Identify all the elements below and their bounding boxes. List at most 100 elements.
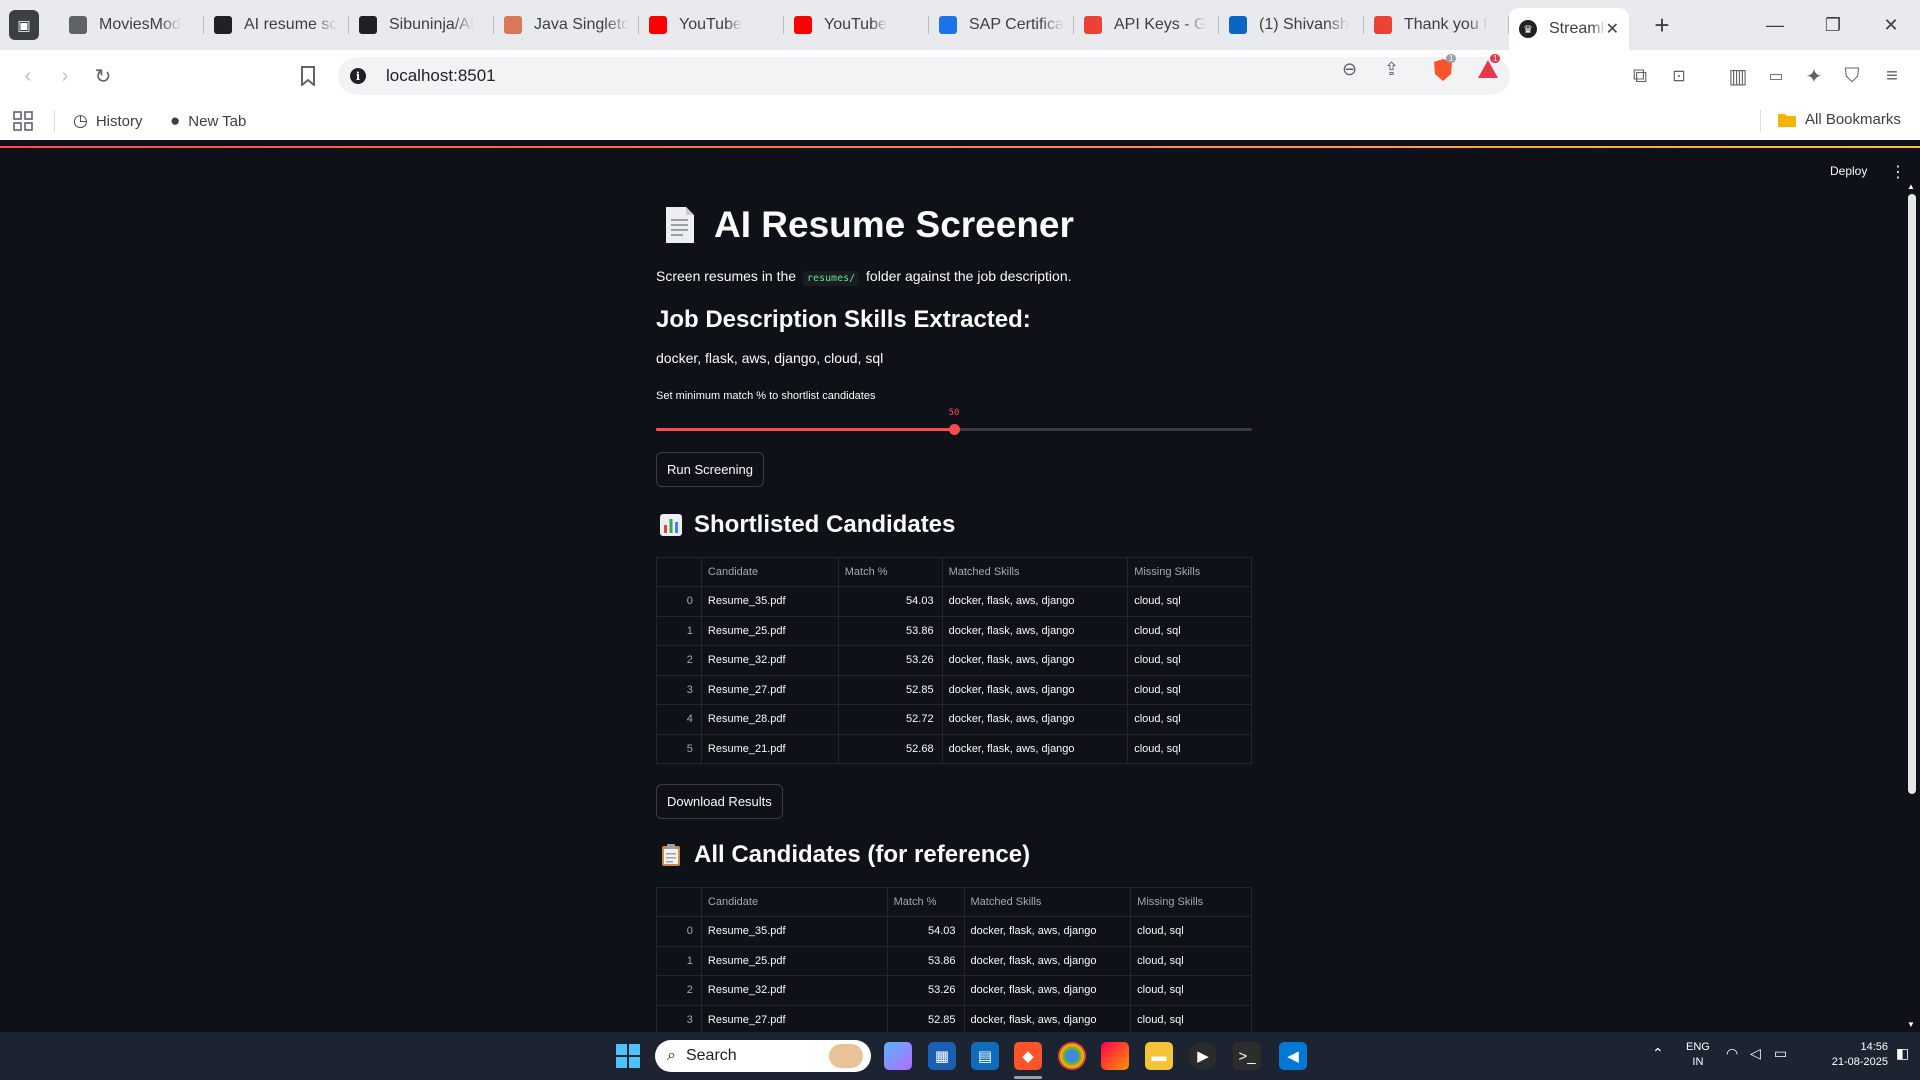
table-cell: Resume_25.pdf [700, 945, 888, 976]
tray-overflow-icon[interactable]: ⌃ [1652, 1046, 1664, 1061]
windows-start-icon[interactable] [614, 1042, 642, 1070]
table-cell: cloud, sql [1127, 645, 1252, 676]
volume-icon[interactable]: ◁ [1750, 1046, 1761, 1061]
tab-item[interactable]: SAP Certifica [929, 7, 1074, 43]
all-bookmarks[interactable]: All Bookmarks [1777, 111, 1901, 128]
scroll-down-icon[interactable]: ▼ [1907, 1020, 1915, 1029]
column-header[interactable]: Missing Skills [1130, 887, 1252, 917]
widgets-icon[interactable]: ▤ [971, 1042, 999, 1070]
language-indicator[interactable]: ENG IN [1686, 1040, 1710, 1070]
brave-shield-icon[interactable]: 1 [1432, 54, 1457, 87]
wifi-icon[interactable]: ◠ [1726, 1046, 1738, 1061]
page-scrollbar[interactable] [1908, 194, 1916, 794]
taskbar-search[interactable]: ⌕ Search [655, 1040, 871, 1072]
youtube-icon [649, 16, 667, 34]
tab-item[interactable]: MoviesMod [59, 7, 204, 43]
address-url[interactable]: localhost:8501 [386, 66, 496, 86]
shortlisted-table[interactable]: Candidate Match % Matched Skills Missing Sk… [656, 557, 1252, 764]
table-header-row: Candidate Match % Matched Skills Missing Sk… [656, 887, 1252, 917]
vscode-icon[interactable]: ◀ [1279, 1042, 1307, 1070]
tab-item[interactable]: Java Singleto [494, 7, 639, 43]
tab-item[interactable]: AI resume sc [204, 7, 349, 43]
tab-item[interactable]: (1) Shivansh [1219, 7, 1364, 43]
battery-icon[interactable]: ▭ [1774, 1046, 1787, 1061]
store-icon[interactable]: ▦ [928, 1042, 956, 1070]
column-header[interactable]: Missing Skills [1127, 557, 1252, 587]
media-player-icon[interactable]: ▶ [1189, 1042, 1217, 1070]
rewards-icon[interactable]: 1 [1476, 54, 1501, 85]
tab-item[interactable]: YouTube [639, 7, 784, 43]
tab-active-streamlit[interactable]: ♛ Streamli ✕ [1509, 8, 1629, 50]
tab-item[interactable]: Thank you f [1364, 7, 1509, 43]
column-header[interactable]: Candidate [700, 557, 839, 587]
copilot-icon[interactable] [884, 1042, 912, 1070]
scroll-up-icon[interactable]: ▲ [1907, 182, 1915, 191]
bookmark-icon[interactable] [290, 58, 326, 94]
file-explorer-icon[interactable]: ▬ [1145, 1042, 1173, 1070]
share-icon[interactable]: ⇪ [1384, 59, 1399, 80]
table-row[interactable]: 3 Resume_27.pdf 52.85 docker, flask, aws, d… [656, 674, 1252, 705]
table-row[interactable]: 3 Resume_27.pdf 52.85 docker, flask, aws, d… [656, 1004, 1252, 1035]
sidebar-icon[interactable]: ▥ [1720, 58, 1756, 94]
document-icon [666, 207, 694, 243]
forward-icon[interactable]: › [47, 58, 83, 94]
column-header[interactable]: Candidate [700, 887, 888, 917]
column-header[interactable]: Matched Skills [963, 887, 1132, 917]
deploy-button[interactable]: Deploy [1830, 164, 1867, 178]
slider-thumb[interactable] [949, 424, 960, 435]
bookmark-history[interactable]: ◷ History [73, 111, 143, 131]
column-header[interactable] [656, 887, 702, 917]
table-row[interactable]: 4 Resume_28.pdf 52.72 docker, flask, aws, d… [656, 704, 1252, 735]
column-header[interactable] [656, 557, 702, 587]
wallet-icon[interactable]: ▭ [1758, 58, 1794, 94]
table-header-row: Candidate Match % Matched Skills Missing Sk… [656, 557, 1252, 587]
extensions-icon[interactable]: ⧉ [1622, 58, 1658, 94]
tab-search-icon[interactable]: ▣ [9, 10, 39, 40]
brave-taskbar-icon[interactable]: ◆ [1014, 1042, 1042, 1070]
table-row[interactable]: 2 Resume_32.pdf 53.26 docker, flask, aws, d… [656, 645, 1252, 676]
reload-icon[interactable]: ↻ [85, 58, 121, 94]
tab-item[interactable]: API Keys - G [1074, 7, 1219, 43]
menu-icon[interactable]: ≡ [1874, 58, 1910, 94]
address-bar[interactable]: i localhost:8501 [338, 57, 1510, 95]
linkedin-icon [1229, 16, 1247, 34]
back-icon[interactable]: ‹ [10, 58, 46, 94]
tab-item[interactable]: Sibuninja/AI [349, 7, 494, 43]
column-header[interactable]: Match % [837, 557, 943, 587]
reader-mode-icon[interactable]: ⊡ [1661, 58, 1697, 94]
terminal-icon[interactable]: >_ [1233, 1042, 1261, 1070]
row-index: 0 [656, 586, 702, 617]
chrome-icon[interactable] [1058, 1042, 1086, 1070]
table-row[interactable]: 1 Resume_25.pdf 53.86 docker, flask, aws, d… [656, 945, 1252, 976]
new-tab-button[interactable]: + [1647, 10, 1677, 41]
leo-ai-icon[interactable]: ✦ [1796, 58, 1832, 94]
table-row[interactable]: 0 Resume_35.pdf 54.03 docker, flask, aws, d… [656, 916, 1252, 947]
tab-item[interactable]: YouTube [784, 7, 929, 43]
column-header[interactable]: Match % [886, 887, 965, 917]
table-row[interactable]: 1 Resume_25.pdf 53.86 docker, flask, aws, d… [656, 615, 1252, 646]
main-menu-icon[interactable]: ⋮ [1890, 162, 1906, 182]
notification-icon[interactable]: ◧ [1896, 1046, 1909, 1061]
app-icon[interactable] [1101, 1042, 1129, 1070]
table-cell: docker, flask, aws, django [941, 733, 1129, 764]
table-row[interactable]: 5 Resume_21.pdf 52.68 docker, flask, aws, d… [656, 733, 1252, 764]
table-row[interactable]: 2 Resume_32.pdf 53.26 docker, flask, aws, d… [656, 975, 1252, 1006]
column-header[interactable]: Matched Skills [941, 557, 1129, 587]
run-screening-button[interactable]: Run Screening [656, 452, 764, 487]
minimize-icon[interactable]: — [1746, 0, 1804, 50]
restore-icon[interactable]: ❐ [1804, 0, 1862, 50]
site-info-icon[interactable]: i [350, 68, 366, 84]
all-candidates-table[interactable]: Candidate Match % Matched Skills Missing Sk… [656, 887, 1252, 1035]
download-results-button[interactable]: Download Results [656, 784, 783, 819]
close-window-icon[interactable]: ✕ [1862, 0, 1920, 50]
clipboard-icon [662, 844, 680, 866]
vpn-icon[interactable]: ⛉ [1834, 58, 1870, 94]
match-threshold-slider[interactable]: 50 [656, 408, 1252, 438]
bookmark-new-tab[interactable]: ● New Tab [170, 111, 246, 131]
table-row[interactable]: 0 Resume_35.pdf 54.03 docker, flask, aws, d… [656, 586, 1252, 617]
zoom-out-icon[interactable]: ⊖ [1342, 59, 1357, 80]
close-tab-icon[interactable]: ✕ [1606, 19, 1619, 39]
apps-icon[interactable] [12, 110, 34, 132]
table-cell: docker, flask, aws, django [941, 645, 1129, 676]
clock[interactable]: 14:56 21-08-2025 [1830, 1040, 1888, 1070]
